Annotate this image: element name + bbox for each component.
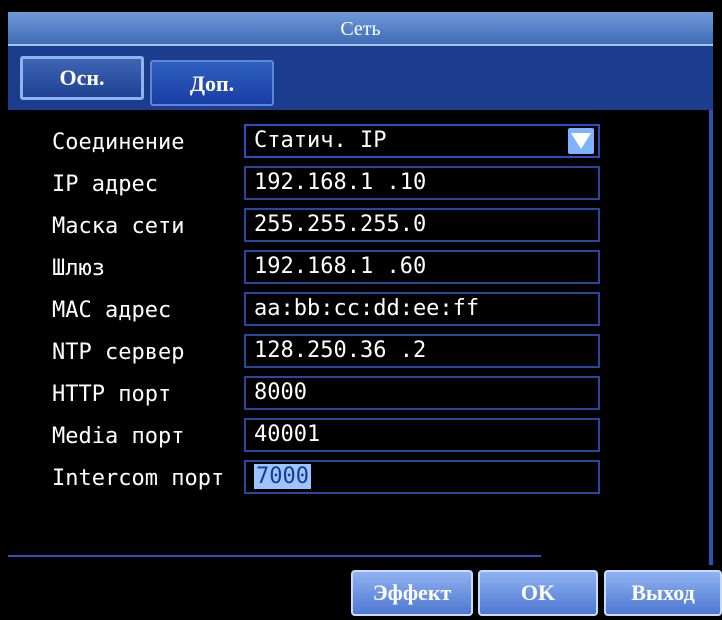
window-title: Сеть (8, 12, 713, 46)
ok-button[interactable]: OK (478, 570, 598, 616)
intercom-label: Intercom порт (52, 466, 225, 491)
row-http: HTTP порт 8000 (8, 376, 708, 412)
chevron-down-icon[interactable] (568, 128, 594, 154)
row-intercom: Intercom порт 7000 (8, 460, 708, 496)
mac-field[interactable]: aa:bb:cc:dd:ee:ff (244, 292, 600, 326)
network-settings-panel: Соединение Статич. IP IP адрес 192.168.1… (8, 110, 713, 565)
gateway-label: Шлюз (52, 256, 105, 281)
row-gateway: Шлюз 192.168.1 .60 (8, 250, 708, 286)
tab-strip: Осн. Доп. (8, 46, 713, 110)
media-label: Media порт (52, 424, 185, 449)
row-media: Media порт 40001 (8, 418, 708, 454)
mac-label: MAC адрес (52, 298, 172, 323)
row-ip: IP адрес 192.168.1 .10 (8, 166, 708, 202)
connection-label: Соединение (52, 130, 185, 155)
http-port-field[interactable]: 8000 (244, 376, 600, 410)
http-label: HTTP порт (52, 382, 172, 407)
gateway-field[interactable]: 192.168.1 .60 (244, 250, 600, 284)
intercom-selected-text: 7000 (254, 464, 311, 489)
intercom-port-field[interactable]: 7000 (244, 460, 600, 494)
footer-divider (8, 555, 541, 557)
row-mac: MAC адрес aa:bb:cc:dd:ee:ff (8, 292, 708, 328)
effect-button[interactable]: Эффект (351, 570, 473, 616)
connection-value: Статич. IP (254, 128, 387, 153)
ip-field[interactable]: 192.168.1 .10 (244, 166, 600, 200)
ntp-label: NTP сервер (52, 340, 185, 365)
tab-basic[interactable]: Осн. (20, 56, 144, 100)
mask-field[interactable]: 255.255.255.0 (244, 208, 600, 242)
exit-button[interactable]: Выход (604, 570, 722, 616)
media-port-field[interactable]: 40001 (244, 418, 600, 452)
ntp-field[interactable]: 128.250.36 .2 (244, 334, 600, 368)
connection-select[interactable]: Статич. IP (244, 124, 600, 158)
row-ntp: NTP сервер 128.250.36 .2 (8, 334, 708, 370)
row-connection: Соединение Статич. IP (8, 124, 708, 160)
row-mask: Маска сети 255.255.255.0 (8, 208, 708, 244)
mask-label: Маска сети (52, 214, 185, 239)
ip-label: IP адрес (52, 172, 158, 197)
tab-advanced[interactable]: Доп. (150, 60, 274, 106)
